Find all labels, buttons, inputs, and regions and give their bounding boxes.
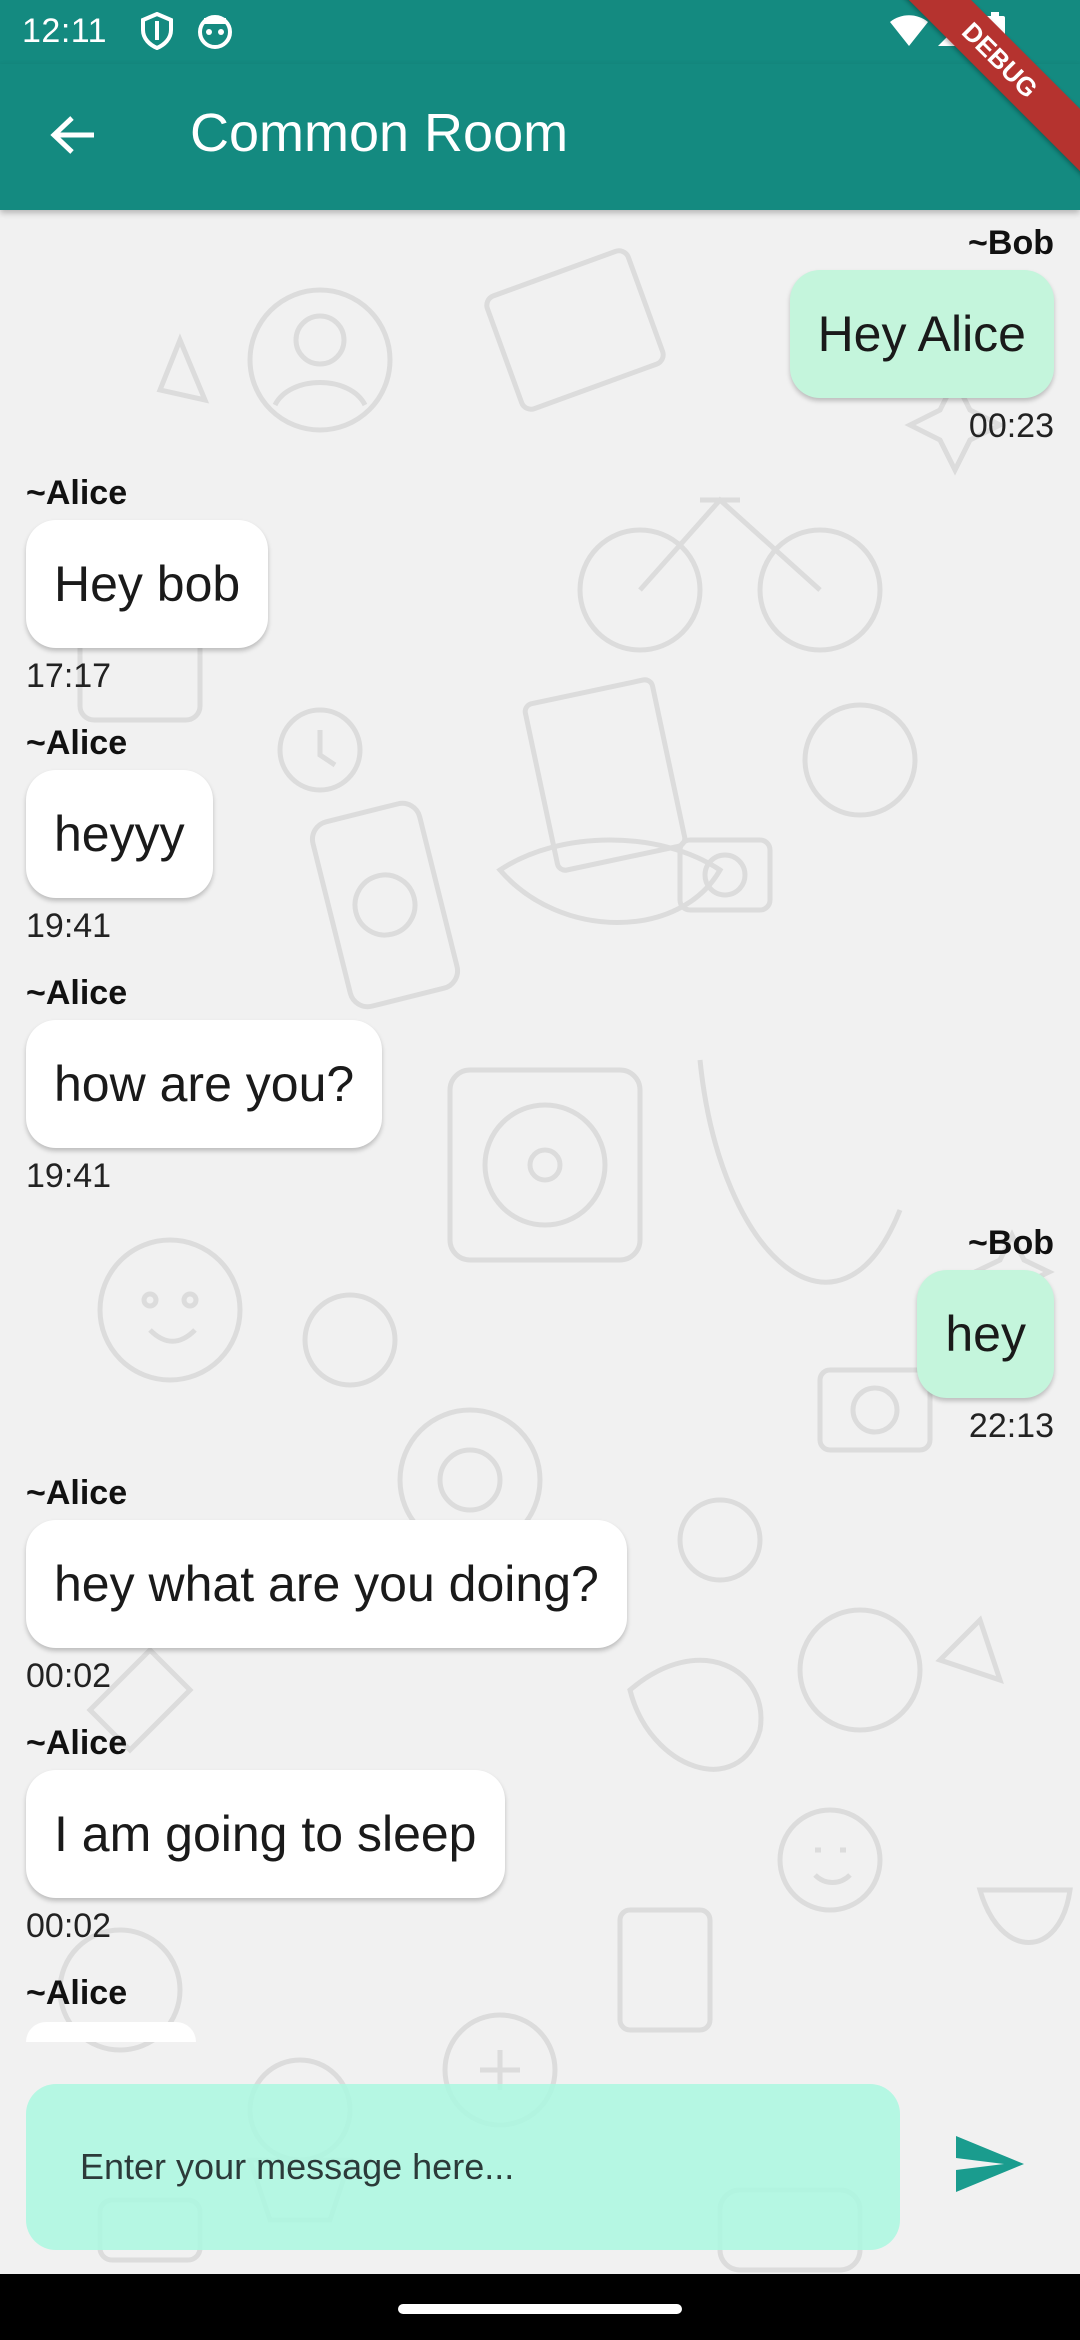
message-sender: ~Alice [26,974,128,1012]
wifi-icon [888,12,930,53]
message-item: ~Bob Hey Alice 00:23 [789,222,1054,446]
status-time: 12:11 [22,12,108,50]
message-time: 00:23 [968,407,1054,445]
message-bubble[interactable]: hey what are you doing? [26,1520,627,1648]
message-bubble[interactable]: hey [917,1270,1054,1398]
message-item: ~Alice [26,1972,127,2014]
android-icon [196,12,234,55]
chat-screen: 12:11 Common Room DEBUG ~Bob Hey Alice 0… [0,0,1080,2340]
message-sender: ~Bob [968,224,1054,262]
message-input-container [26,2084,900,2250]
message-item: ~Bob hey 22:13 [917,1222,1054,1446]
message-time: 19:41 [26,907,112,945]
back-button[interactable] [40,104,106,170]
message-bubble[interactable]: heyyy [26,770,213,898]
message-bubble[interactable]: how are you? [26,1020,383,1148]
message-input[interactable] [26,2084,900,2250]
message-time: 17:17 [26,657,112,695]
message-time: 00:02 [26,1907,112,1945]
home-gesture-handle[interactable] [398,2304,682,2314]
message-item: ~Alice how are you? 19:41 [26,972,383,1196]
send-icon [954,2134,1026,2199]
message-item: ~Alice hey what are you doing? 00:02 [26,1472,627,1696]
message-time: 19:41 [26,1157,112,1195]
message-sender: ~Alice [26,1724,128,1762]
message-item: ~Alice heyyy 19:41 [26,722,213,946]
message-sender: ~Alice [26,1474,128,1512]
message-item: ~Alice I am going to sleep 00:02 [26,1722,505,1946]
arrow-back-icon [50,115,96,160]
message-sender: ~Alice [26,724,128,762]
message-bubble[interactable]: Hey Alice [789,270,1054,398]
message-sender: ~Alice [26,474,128,512]
page-title: Common Room [190,103,569,163]
app-bar: Common Room [0,64,1080,210]
message-bubble-partial[interactable] [26,2022,196,2042]
message-list[interactable]: ~Bob Hey Alice 00:23 ~Alice Hey bob 17:1… [0,210,1080,2274]
message-bubble[interactable]: Hey bob [26,520,269,648]
message-item: ~Alice Hey bob 17:17 [26,472,269,696]
send-button[interactable] [950,2130,1030,2202]
message-sender: ~Bob [968,1224,1054,1262]
message-time: 22:13 [968,1407,1054,1445]
message-time: 00:02 [26,1657,112,1695]
system-navigation-bar [0,2274,1080,2340]
message-sender: ~Alice [26,1974,128,2012]
message-bubble[interactable]: I am going to sleep [26,1770,505,1898]
shield-icon [140,11,174,55]
